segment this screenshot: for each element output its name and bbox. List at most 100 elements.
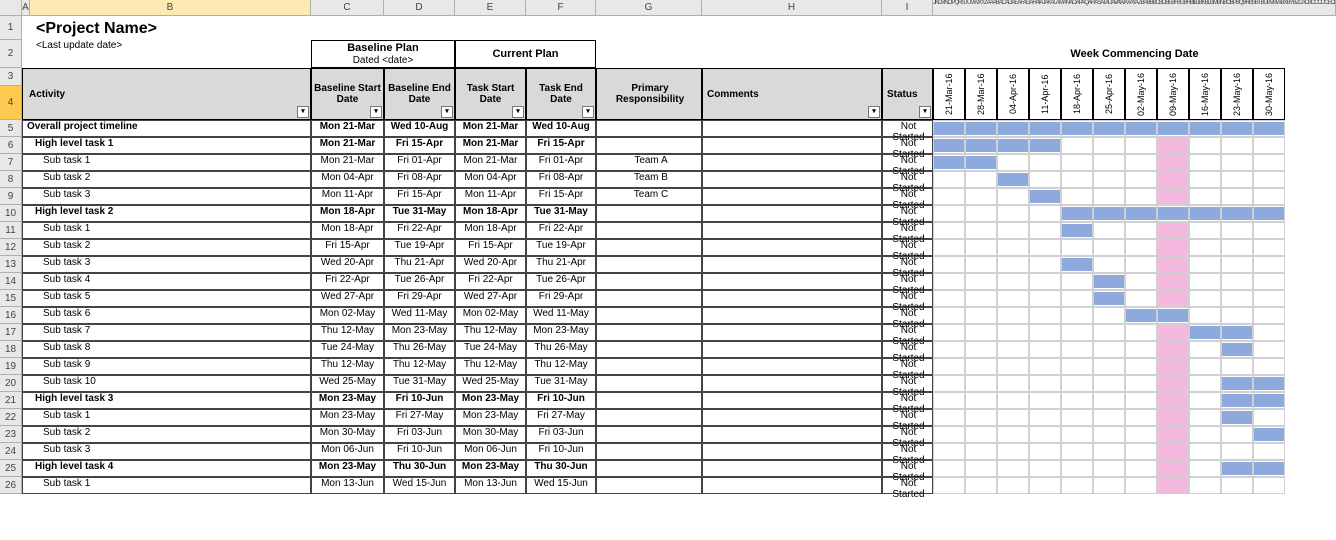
- gantt-cell[interactable]: [965, 222, 997, 239]
- gantt-cell[interactable]: [997, 375, 1029, 392]
- filter-st[interactable]: ▾: [919, 106, 931, 118]
- gantt-cell[interactable]: [997, 154, 1029, 171]
- date-cell[interactable]: Fri 15-Apr: [526, 188, 596, 205]
- gantt-cell[interactable]: [1061, 120, 1093, 137]
- status-cell[interactable]: Not Started: [882, 205, 933, 222]
- gantt-cell[interactable]: [1125, 205, 1157, 222]
- date-cell[interactable]: Wed 20-Apr: [455, 256, 526, 273]
- date-cell[interactable]: Fri 10-Jun: [384, 392, 455, 409]
- row-header[interactable]: 26: [0, 477, 22, 494]
- gantt-cell[interactable]: [1029, 392, 1061, 409]
- status-cell[interactable]: Not Started: [882, 324, 933, 341]
- gantt-cell[interactable]: [1093, 273, 1125, 290]
- row-header[interactable]: 7: [0, 154, 22, 171]
- date-cell[interactable]: Mon 04-Apr: [455, 171, 526, 188]
- header-status[interactable]: Status▾: [882, 68, 933, 120]
- gantt-cell[interactable]: [1253, 307, 1285, 324]
- gantt-cell[interactable]: [1253, 290, 1285, 307]
- gantt-cell[interactable]: [997, 307, 1029, 324]
- gantt-cell[interactable]: [1061, 392, 1093, 409]
- comments-cell[interactable]: [702, 273, 882, 290]
- gantt-cell[interactable]: [1189, 477, 1221, 494]
- header-task-start[interactable]: Task Start Date▾: [455, 68, 526, 120]
- date-cell[interactable]: Mon 21-Mar: [455, 120, 526, 137]
- gantt-cell[interactable]: [1061, 324, 1093, 341]
- gantt-cell[interactable]: [1125, 256, 1157, 273]
- gantt-cell[interactable]: [965, 171, 997, 188]
- gantt-cell[interactable]: [1157, 137, 1189, 154]
- gantt-cell[interactable]: [1029, 205, 1061, 222]
- date-cell[interactable]: Tue 31-May: [384, 375, 455, 392]
- date-cell[interactable]: Fri 03-Jun: [384, 426, 455, 443]
- gantt-cell[interactable]: [1221, 154, 1253, 171]
- gantt-cell[interactable]: [997, 239, 1029, 256]
- gantt-cell[interactable]: [1061, 477, 1093, 494]
- gantt-cell[interactable]: [965, 154, 997, 171]
- gantt-cell[interactable]: [1061, 188, 1093, 205]
- gantt-cell[interactable]: [1125, 358, 1157, 375]
- responsibility-cell[interactable]: [596, 205, 702, 222]
- gantt-cell[interactable]: [1189, 171, 1221, 188]
- date-cell[interactable]: Thu 12-May: [311, 324, 384, 341]
- date-cell[interactable]: Wed 27-Apr: [311, 290, 384, 307]
- col-header-b[interactable]: B: [30, 0, 311, 15]
- gantt-cell[interactable]: [1221, 375, 1253, 392]
- gantt-cell[interactable]: [1093, 392, 1125, 409]
- comments-cell[interactable]: [702, 171, 882, 188]
- date-cell[interactable]: Fri 08-Apr: [384, 171, 455, 188]
- comments-cell[interactable]: [702, 154, 882, 171]
- gantt-cell[interactable]: [1157, 120, 1189, 137]
- date-cell[interactable]: Wed 11-May: [526, 307, 596, 324]
- date-cell[interactable]: Wed 20-Apr: [311, 256, 384, 273]
- status-cell[interactable]: Not Started: [882, 256, 933, 273]
- date-cell[interactable]: Fri 27-May: [384, 409, 455, 426]
- status-cell[interactable]: Not Started: [882, 307, 933, 324]
- col-header-a[interactable]: A: [22, 0, 30, 15]
- status-cell[interactable]: Not Started: [882, 409, 933, 426]
- date-cell[interactable]: Mon 21-Mar: [311, 154, 384, 171]
- status-cell[interactable]: Not Started: [882, 120, 933, 137]
- date-cell[interactable]: Fri 10-Jun: [384, 443, 455, 460]
- gantt-cell[interactable]: [1125, 443, 1157, 460]
- responsibility-cell[interactable]: [596, 409, 702, 426]
- gantt-cell[interactable]: [1157, 222, 1189, 239]
- date-cell[interactable]: Mon 23-May: [311, 392, 384, 409]
- gantt-cell[interactable]: [1253, 239, 1285, 256]
- gantt-cell[interactable]: [997, 426, 1029, 443]
- date-cell[interactable]: Mon 13-Jun: [455, 477, 526, 494]
- date-cell[interactable]: Thu 12-May: [455, 358, 526, 375]
- gantt-cell[interactable]: [1125, 460, 1157, 477]
- activity-cell[interactable]: High level task 2: [22, 205, 311, 222]
- status-cell[interactable]: Not Started: [882, 426, 933, 443]
- gantt-cell[interactable]: [965, 307, 997, 324]
- week-header[interactable]: 23-May-16: [1221, 68, 1253, 120]
- activity-cell[interactable]: Sub task 1: [22, 154, 311, 171]
- gantt-cell[interactable]: [1189, 120, 1221, 137]
- gantt-cell[interactable]: [933, 358, 965, 375]
- gantt-cell[interactable]: [1125, 477, 1157, 494]
- week-header[interactable]: 09-May-16: [1157, 68, 1189, 120]
- responsibility-cell[interactable]: [596, 273, 702, 290]
- gantt-cell[interactable]: [1253, 256, 1285, 273]
- row-header-1[interactable]: 1: [0, 16, 22, 40]
- activity-cell[interactable]: Sub task 3: [22, 256, 311, 273]
- responsibility-cell[interactable]: [596, 324, 702, 341]
- gantt-cell[interactable]: [1093, 137, 1125, 154]
- gantt-cell[interactable]: [1029, 222, 1061, 239]
- gantt-cell[interactable]: [1125, 222, 1157, 239]
- responsibility-cell[interactable]: [596, 341, 702, 358]
- gantt-cell[interactable]: [933, 256, 965, 273]
- date-cell[interactable]: Fri 01-Apr: [384, 154, 455, 171]
- activity-cell[interactable]: Sub task 1: [22, 409, 311, 426]
- responsibility-cell[interactable]: [596, 477, 702, 494]
- gantt-cell[interactable]: [965, 426, 997, 443]
- date-cell[interactable]: Wed 25-May: [311, 375, 384, 392]
- week-header[interactable]: 30-May-16: [1253, 68, 1285, 120]
- date-cell[interactable]: Fri 27-May: [526, 409, 596, 426]
- date-cell[interactable]: Mon 23-May: [384, 324, 455, 341]
- gantt-cell[interactable]: [1221, 137, 1253, 154]
- gantt-cell[interactable]: [933, 120, 965, 137]
- gantt-cell[interactable]: [1253, 375, 1285, 392]
- gantt-cell[interactable]: [1093, 324, 1125, 341]
- responsibility-cell[interactable]: [596, 443, 702, 460]
